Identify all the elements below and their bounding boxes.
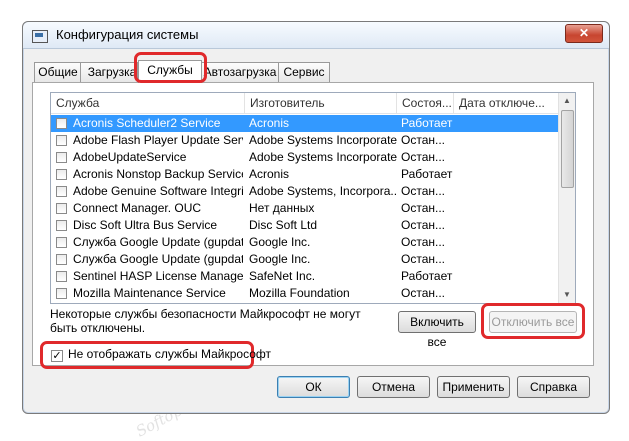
hide-microsoft-checkbox[interactable]: ✓: [51, 350, 63, 362]
service-status: Остан...: [401, 150, 445, 164]
list-scrollbar[interactable]: ▲ ▼: [558, 93, 575, 303]
hide-microsoft-services-highlight: ✓ Не отображать службы Майкрософт: [40, 341, 271, 369]
cancel-button[interactable]: Отмена: [357, 376, 430, 398]
disable-all-highlight: [481, 303, 585, 339]
service-status: Работает: [401, 116, 453, 130]
service-checkbox[interactable]: [56, 118, 67, 129]
hide-microsoft-label[interactable]: Не отображать службы Майкрософт: [68, 347, 271, 361]
service-checkbox[interactable]: [56, 203, 67, 214]
service-name: Mozilla Maintenance Service: [73, 286, 226, 300]
service-checkbox[interactable]: [56, 254, 67, 265]
table-row[interactable]: Connect Manager. OUC Нет данных Остан...: [51, 200, 559, 217]
security-note: Некоторые службы безопасности Майкрософт…: [50, 307, 361, 335]
table-row[interactable]: AdobeUpdateService Adobe Systems Incorpor…: [51, 149, 559, 166]
service-checkbox[interactable]: [56, 169, 67, 180]
table-row[interactable]: Acronis Nonstop Backup Service Acronis Раб…: [51, 166, 559, 183]
service-name: Служба Google Update (gupdate): [73, 235, 243, 249]
table-row[interactable]: Adobe Flash Player Update Service Adobe S…: [51, 132, 559, 149]
table-row[interactable]: Служба Google Update (gupdatem) Google In…: [51, 251, 559, 268]
service-name: Sentinel HASP License Manager: [73, 269, 243, 283]
help-button[interactable]: Справка: [517, 376, 590, 398]
service-checkbox[interactable]: [56, 220, 67, 231]
scroll-thumb[interactable]: [561, 110, 574, 188]
service-name: Connect Manager. OUC: [73, 201, 202, 215]
service-manufacturer: Google Inc.: [249, 235, 311, 249]
service-checkbox[interactable]: [56, 288, 67, 299]
service-status: Работает: [401, 167, 453, 181]
service-status: Остан...: [401, 184, 445, 198]
service-name: Acronis Nonstop Backup Service: [73, 167, 243, 181]
apply-button[interactable]: Применить: [437, 376, 510, 398]
scroll-down-icon[interactable]: ▼: [559, 287, 575, 303]
service-name: Служба Google Update (gupdatem): [73, 252, 243, 266]
service-checkbox[interactable]: [56, 271, 67, 282]
ok-button[interactable]: ОК: [277, 376, 350, 398]
table-row[interactable]: Acronis Scheduler2 Service Acronis Работае…: [51, 115, 559, 132]
column-date-disabled[interactable]: Дата отключе...: [454, 93, 559, 113]
service-name: AdobeUpdateService: [73, 150, 187, 164]
table-row[interactable]: Mozilla Maintenance Service Mozilla Found…: [51, 285, 559, 302]
service-manufacturer: Adobe Systems Incorporated: [249, 133, 397, 147]
tab-boot[interactable]: Загрузка: [80, 62, 138, 82]
service-checkbox[interactable]: [56, 135, 67, 146]
column-service[interactable]: Служба: [51, 93, 245, 113]
service-manufacturer: SafeNet Inc.: [249, 269, 316, 283]
service-status: Остан...: [401, 286, 445, 300]
services-list[interactable]: Служба Изготовитель Состоя... Дата отклю…: [50, 92, 576, 304]
service-manufacturer: Acronis: [249, 167, 290, 181]
table-row[interactable]: Disc Soft Ultra Bus Service Disc Soft Ltd…: [51, 217, 559, 234]
service-name: Adobe Genuine Software Integri...: [73, 184, 243, 198]
table-row[interactable]: Служба Google Update (gupdate) Google Inc…: [51, 234, 559, 251]
service-checkbox[interactable]: [56, 186, 67, 197]
service-manufacturer: Adobe Systems, Incorpora...: [249, 184, 397, 198]
service-manufacturer: Adobe Systems Incorporated: [249, 150, 397, 164]
services-tab-highlight: [134, 52, 207, 83]
service-status: Остан...: [401, 252, 445, 266]
window-title: Конфигурация системы: [56, 27, 199, 42]
service-manufacturer: Acronis: [249, 116, 290, 130]
service-status: Остан...: [401, 201, 445, 215]
service-name: Adobe Flash Player Update Service: [73, 133, 243, 147]
title-bar: Конфигурация системы ✕: [23, 22, 609, 49]
close-button[interactable]: ✕: [565, 24, 603, 43]
service-status: Остан...: [401, 133, 445, 147]
column-manufacturer[interactable]: Изготовитель: [245, 93, 397, 113]
service-manufacturer: Mozilla Foundation: [249, 286, 350, 300]
service-status: Работает: [401, 269, 453, 283]
msconfig-icon: [32, 30, 48, 43]
tab-general[interactable]: Общие: [34, 62, 82, 82]
enable-all-button[interactable]: Включить все: [398, 311, 476, 349]
service-manufacturer: Disc Soft Ltd: [249, 218, 318, 232]
tab-tools[interactable]: Сервис: [278, 62, 330, 82]
service-name: Disc Soft Ultra Bus Service: [73, 218, 218, 232]
service-manufacturer: Нет данных: [249, 201, 315, 215]
service-manufacturer: Google Inc.: [249, 252, 311, 266]
table-row[interactable]: Adobe Genuine Software Integri... Adobe S…: [51, 183, 559, 200]
list-header: Служба Изготовитель Состоя... Дата отклю…: [51, 93, 559, 114]
tab-startup[interactable]: Автозагрузка: [200, 62, 280, 82]
table-row[interactable]: Sentinel HASP License Manager SafeNet Inc…: [51, 268, 559, 285]
service-status: Остан...: [401, 218, 445, 232]
service-name: Acronis Scheduler2 Service: [73, 116, 221, 130]
scroll-up-icon[interactable]: ▲: [559, 93, 575, 109]
service-checkbox[interactable]: [56, 237, 67, 248]
column-status[interactable]: Состоя...: [397, 93, 454, 113]
service-checkbox[interactable]: [56, 152, 67, 163]
service-status: Остан...: [401, 235, 445, 249]
